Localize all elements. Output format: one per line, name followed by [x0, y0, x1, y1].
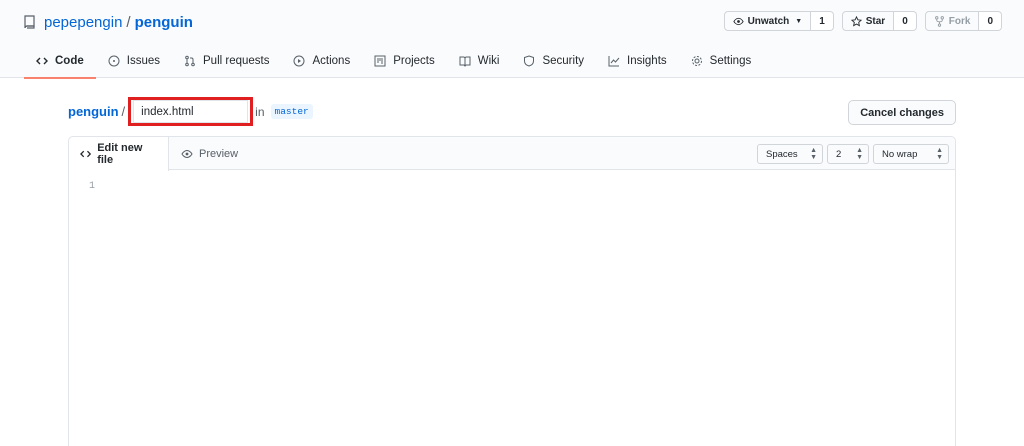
repo-actions: Unwatch ▼ 1 Star 0 Fork 0: [723, 11, 1002, 31]
path-separator: /: [121, 104, 126, 119]
fork-label: Fork: [948, 15, 971, 27]
tab-settings[interactable]: Settings: [679, 44, 764, 78]
tab-insights-label: Insights: [627, 55, 667, 67]
editor-header: Edit new file Preview Spaces ▲ ▼ 2 ▲ ▼ No …: [69, 137, 955, 171]
watch-count[interactable]: 1: [811, 11, 834, 31]
unwatch-label: Unwatch: [747, 15, 790, 27]
tab-issues-label: Issues: [126, 55, 160, 67]
book-icon: [459, 56, 471, 67]
caret-down-icon: ▼: [795, 17, 803, 25]
fork-group: Fork 0: [924, 11, 1002, 31]
select-arrows-icon: ▲ ▼: [856, 147, 863, 161]
eye-icon: [732, 17, 744, 25]
tab-projects-label: Projects: [393, 55, 435, 67]
tab-pull-requests-label: Pull requests: [203, 55, 270, 67]
tab-security-label: Security: [542, 55, 585, 67]
tab-pull-requests[interactable]: Pull requests: [172, 44, 281, 78]
line-number: 1: [89, 181, 96, 192]
cancel-changes-button[interactable]: Cancel changes: [848, 100, 956, 125]
tab-settings-label: Settings: [709, 55, 752, 67]
filename-highlight: [128, 97, 254, 126]
repo-header: pepepengin / penguin Unwatch ▼ 1 Star 0 …: [0, 0, 1024, 79]
star-label: Star: [865, 15, 886, 27]
indent-mode-value: Spaces: [766, 148, 798, 160]
fork-icon: [934, 15, 944, 27]
eye-icon: [181, 149, 193, 159]
indent-mode-select[interactable]: Spaces ▲ ▼: [757, 144, 823, 164]
unwatch-button[interactable]: Unwatch ▼: [723, 11, 812, 31]
repo-separator: /: [126, 13, 131, 31]
project-icon: [374, 55, 386, 67]
issue-icon: [108, 55, 120, 67]
code-icon: [80, 150, 92, 158]
shield-icon: [524, 55, 535, 67]
star-count[interactable]: 0: [894, 11, 917, 31]
in-label: in: [255, 104, 265, 119]
tab-code[interactable]: Code: [24, 44, 96, 79]
repo-owner-link[interactable]: pepepengin: [44, 14, 122, 31]
pull-request-icon: [185, 55, 195, 67]
fork-count[interactable]: 0: [979, 11, 1002, 31]
star-icon: [850, 15, 862, 27]
tab-wiki[interactable]: Wiki: [447, 44, 512, 78]
fork-button[interactable]: Fork: [924, 11, 980, 31]
tab-insights[interactable]: Insights: [596, 44, 679, 78]
tab-code-label: Code: [55, 55, 84, 67]
repo-icon: [24, 15, 35, 29]
repo-nav: Code Issues Pull requests Actions Projec…: [24, 44, 764, 79]
branch-badge: master: [270, 104, 313, 119]
play-icon: [293, 55, 305, 67]
file-path-row: penguin / in master: [68, 96, 313, 127]
tab-preview[interactable]: Preview: [170, 137, 249, 171]
file-editor: Edit new file Preview Spaces ▲ ▼ 2 ▲ ▼ No …: [68, 136, 956, 446]
tab-actions[interactable]: Actions: [281, 44, 362, 78]
tab-wiki-label: Wiki: [477, 55, 500, 67]
tab-actions-label: Actions: [312, 55, 351, 67]
select-arrows-icon: ▲ ▼: [936, 147, 943, 161]
select-arrows-icon: ▲ ▼: [810, 147, 817, 161]
indent-size-select[interactable]: 2 ▲ ▼: [827, 144, 869, 164]
wrap-mode-select[interactable]: No wrap ▲ ▼: [873, 144, 949, 164]
indent-size-value: 2: [836, 148, 842, 160]
tab-projects[interactable]: Projects: [362, 44, 447, 78]
filename-input[interactable]: [133, 100, 249, 123]
path-repo-link[interactable]: penguin: [68, 104, 119, 119]
edit-tab-label: Edit new file: [97, 142, 143, 166]
repo-name-link[interactable]: penguin: [135, 14, 193, 31]
tab-issues[interactable]: Issues: [96, 44, 172, 78]
preview-tab-label: Preview: [199, 148, 239, 160]
tab-edit-new-file[interactable]: Edit new file: [69, 137, 169, 171]
editor-options: Spaces ▲ ▼ 2 ▲ ▼ No wrap ▲ ▼: [757, 144, 949, 164]
gear-icon: [691, 56, 702, 66]
star-group: Star 0: [841, 11, 917, 31]
repo-title: pepepengin / penguin: [24, 12, 193, 32]
tab-security[interactable]: Security: [511, 44, 596, 78]
watch-group: Unwatch ▼ 1: [723, 11, 834, 31]
graph-icon: [608, 56, 620, 67]
code-icon: [36, 57, 48, 65]
star-button[interactable]: Star: [841, 11, 895, 31]
wrap-mode-value: No wrap: [882, 148, 918, 160]
